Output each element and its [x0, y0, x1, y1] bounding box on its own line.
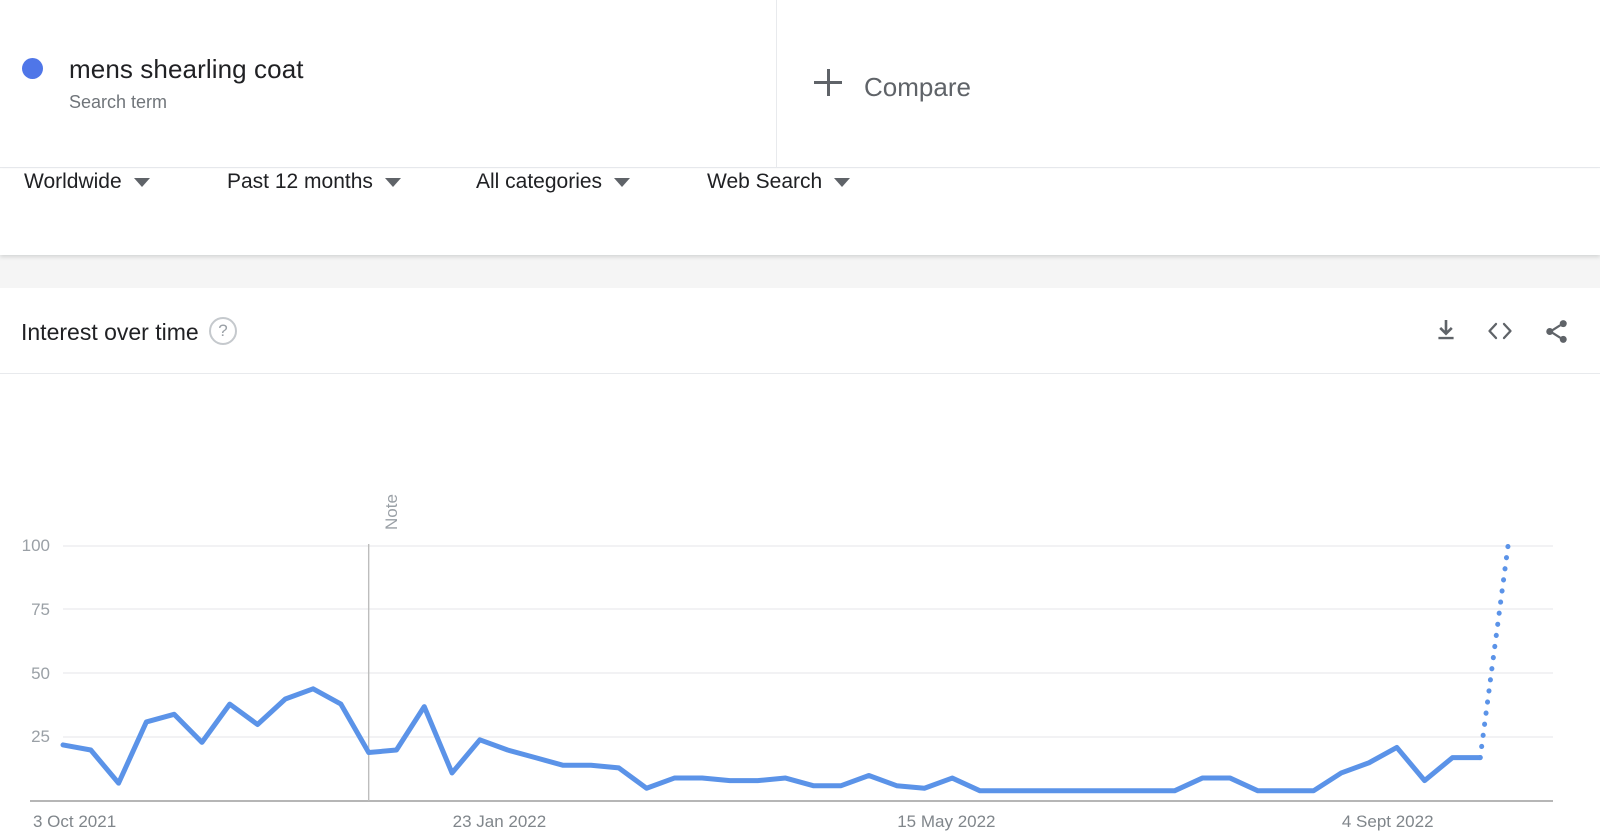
x-axis-tick-0: 3 Oct 2021 [33, 812, 117, 831]
y-axis-tick-25: 25 [31, 727, 50, 747]
search-term-subtitle: Search term [69, 92, 168, 112]
y-axis-tick-75: 75 [31, 599, 50, 619]
filter-category-label: All categories [476, 170, 603, 193]
search-term-title: mens shearling coat [69, 54, 304, 84]
add-compare-button[interactable]: Compare [778, 0, 1600, 167]
chevron-down-icon [133, 177, 150, 187]
section-gap [0, 255, 1600, 288]
filter-search-type-label: Web Search [707, 170, 823, 193]
share-icon[interactable] [1534, 309, 1578, 353]
google-trends-page: mens shearling coat Search term Compare … [0, 0, 1600, 831]
trend-line-partial [1477, 543, 1511, 761]
filter-location-label: Worldwide [24, 170, 122, 193]
chevron-down-icon [614, 177, 631, 187]
x-axis-tick-2: 15 May 2022 [897, 812, 996, 831]
card-title: Interest over time [21, 319, 199, 345]
gridlines [63, 545, 1553, 738]
chart-plot-area: 100 75 50 25 3 Oct 2021 23 Jan 2022 15 M… [0, 374, 1600, 831]
trend-line-solid [60, 686, 1483, 794]
filter-location[interactable]: Worldwide [24, 169, 150, 195]
search-term-bar: mens shearling coat Search term Compare [0, 0, 1600, 168]
filter-time-range[interactable]: Past 12 months [227, 169, 401, 195]
filter-search-type[interactable]: Web Search [707, 169, 851, 195]
note-annotation-label[interactable]: Note [382, 494, 401, 530]
plus-icon [814, 68, 844, 98]
chevron-down-icon [384, 177, 401, 187]
filter-time-range-label: Past 12 months [227, 170, 373, 193]
filter-bar: Worldwide Past 12 months All categories … [0, 169, 1600, 255]
card-header: Interest over time ? [0, 288, 1600, 374]
compare-label: Compare [864, 72, 971, 102]
embed-code-icon[interactable] [1478, 309, 1522, 353]
download-icon[interactable] [1424, 309, 1468, 353]
search-term-card[interactable]: mens shearling coat Search term [0, 0, 777, 167]
filter-category[interactable]: All categories [476, 169, 631, 195]
x-axis-tick-1: 23 Jan 2022 [452, 812, 547, 831]
help-icon[interactable]: ? [209, 317, 237, 345]
interest-over-time-card: Interest over time ? 100 75 50 25 3 Oct … [0, 288, 1600, 831]
y-axis-tick-100: 100 [21, 536, 50, 555]
trends-line-chart [30, 543, 1553, 802]
y-axis-tick-50: 50 [31, 663, 50, 683]
chevron-down-icon [834, 177, 851, 187]
series-color-dot [22, 58, 43, 79]
x-axis-tick-3: 4 Sept 2022 [1341, 812, 1434, 831]
